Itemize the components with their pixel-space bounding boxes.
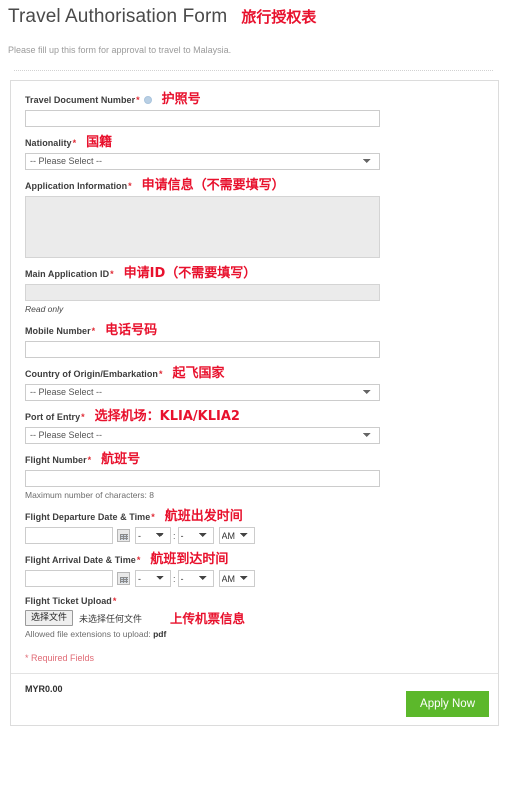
arrival-date-input[interactable] [25,570,113,587]
file-upload-row: 选择文件 未选择任何文件 上传机票信息 [25,610,484,626]
form-footer: MYR0.00 Apply Now [11,673,498,725]
label-port-of-entry: Port of Entry [25,411,81,422]
page-title: Travel Authorisation Form [8,6,228,27]
annotation-mobile-number: 电话号码 [105,323,158,338]
annotation-nationality: 国籍 [86,135,113,150]
header-divider [14,70,493,71]
arrival-meridiem-select[interactable]: AM [218,570,255,587]
required-asterisk: * [112,596,117,606]
label-row: Country of Origin/Embarkation * 起飞国家 [25,367,484,380]
field-port-of-entry: Port of Entry * 选择机场：KLIA/KLIA2 -- Pleas… [11,410,498,444]
departure-datetime-row: - : - AM [25,527,484,544]
arrival-time-separator: : [173,573,176,584]
departure-date-input[interactable] [25,527,113,544]
form-body: Travel Document Number * 护照号 Nationality… [11,81,498,673]
field-main-application-id: Main Application ID * 申请ID（不需要填写） Read o… [11,267,498,315]
required-asterisk: * [128,180,132,191]
required-asterisk: * [81,411,85,422]
file-status-text: 未选择任何文件 [79,614,143,625]
hint-main-application-id: Read only [25,304,64,314]
label-country-of-origin: Country of Origin/Embarkation [25,368,158,379]
field-flight-departure-datetime: Flight Departure Date & Time * 航班出发时间 - … [11,510,498,544]
travel-authorisation-page: Travel Authorisation Form 旅行授权表 Please f… [0,0,507,800]
field-application-information: Application Information * 申请信息（不需要填写） [11,179,498,258]
country-of-origin-select[interactable]: -- Please Select -- [25,384,380,401]
title-row: Travel Authorisation Form 旅行授权表 [8,4,499,30]
mobile-number-input[interactable] [25,341,380,358]
page-header: Travel Authorisation Form 旅行授权表 Please f… [0,0,507,71]
field-flight-arrival-datetime: Flight Arrival Date & Time * 航班到达时间 - : … [11,553,498,587]
nationality-select[interactable]: -- Please Select -- [25,153,380,170]
departure-minute-select[interactable]: - [177,527,214,544]
port-of-entry-select[interactable]: -- Please Select -- [25,427,380,444]
choose-file-button[interactable]: 选择文件 [25,610,74,626]
apply-now-button[interactable]: Apply Now [406,691,489,717]
annotation-country-of-origin: 起飞国家 [172,366,225,381]
application-information-textarea[interactable] [25,196,380,258]
hint-allowed-extensions: Allowed file extensions to upload: pdf [25,629,484,640]
page-subtitle: Please fill up this form for approval to… [8,45,232,55]
travel-form-container: Travel Document Number * 护照号 Nationality… [10,80,499,726]
label-row: Main Application ID * 申请ID（不需要填写） [25,267,484,280]
annotation-flight-number: 航班号 [101,452,141,467]
label-flight-departure-datetime: Flight Departure Date & Time [25,511,151,522]
annotation-travel-document-number: 护照号 [161,92,201,107]
main-application-id-input[interactable] [25,284,380,301]
required-asterisk: * [136,94,140,105]
label-nationality: Nationality [25,137,72,148]
required-asterisk: * [136,554,141,565]
calendar-icon[interactable] [117,529,130,542]
label-travel-document-number: Travel Document Number [25,94,136,105]
label-row: Flight Number * 航班号 [25,453,484,466]
field-nationality: Nationality * 国籍 -- Please Select -- [11,136,498,170]
label-row: Travel Document Number * 护照号 [25,93,484,106]
label-row: Port of Entry * 选择机场：KLIA/KLIA2 [25,410,484,423]
departure-time-separator: : [173,530,176,541]
label-row: Flight Ticket Upload * [25,596,484,606]
label-row: Flight Departure Date & Time * 航班出发时间 [25,510,484,523]
annotation-flight-ticket-upload: 上传机票信息 [170,610,246,626]
label-row: Flight Arrival Date & Time * 航班到达时间 [25,553,484,566]
departure-hour-select[interactable]: - [135,527,171,544]
annotation-main-application-id: 申请ID（不需要填写） [123,266,257,281]
label-row: Application Information * 申请信息（不需要填写） [25,179,484,192]
required-asterisk: * [110,268,114,279]
required-asterisk: * [151,511,155,522]
field-flight-number: Flight Number * 航班号 Maximum number of ch… [11,453,498,501]
hint-flight-number: Maximum number of characters: 8 [25,490,154,500]
hint-allowed-extensions-prefix: Allowed file extensions to upload: [25,629,154,639]
annotation-port-of-entry: 选择机场：KLIA/KLIA2 [94,409,240,424]
hint-allowed-extensions-value: pdf [153,629,167,639]
annotation-application-information: 申请信息（不需要填写） [141,178,285,193]
label-row: Mobile Number * 电话号码 [25,324,484,337]
field-flight-ticket-upload: Flight Ticket Upload * 选择文件 未选择任何文件 上传机票… [11,596,498,640]
field-country-of-origin: Country of Origin/Embarkation * 起飞国家 -- … [11,367,498,401]
label-row: Nationality * 国籍 [25,136,484,149]
departure-meridiem-select[interactable]: AM [218,527,255,544]
calendar-icon[interactable] [117,572,130,585]
annotation-flight-departure-datetime: 航班出发时间 [164,509,243,524]
required-asterisk: * [91,325,96,336]
label-mobile-number: Mobile Number [25,325,91,336]
field-mobile-number: Mobile Number * 电话号码 [11,324,498,358]
help-info-icon[interactable] [143,95,152,104]
required-asterisk: * [72,137,77,148]
label-flight-number: Flight Number [25,454,87,465]
label-flight-ticket-upload: Flight Ticket Upload [25,596,112,606]
label-flight-arrival-datetime: Flight Arrival Date & Time [25,554,136,565]
page-title-annotation: 旅行授权表 [241,8,317,26]
arrival-datetime-row: - : - AM [25,570,484,587]
travel-document-number-input[interactable] [25,110,380,127]
required-fields-note: * Required Fields [25,653,95,663]
annotation-flight-arrival-datetime: 航班到达时间 [150,552,229,567]
field-travel-document-number: Travel Document Number * 护照号 [11,93,498,127]
label-application-information: Application Information [25,180,128,191]
required-asterisk: * [87,454,92,465]
arrival-minute-select[interactable]: - [177,570,214,587]
arrival-hour-select[interactable]: - [135,570,171,587]
flight-number-input[interactable] [25,470,380,487]
required-asterisk: * [158,368,163,379]
label-main-application-id: Main Application ID [25,268,110,279]
